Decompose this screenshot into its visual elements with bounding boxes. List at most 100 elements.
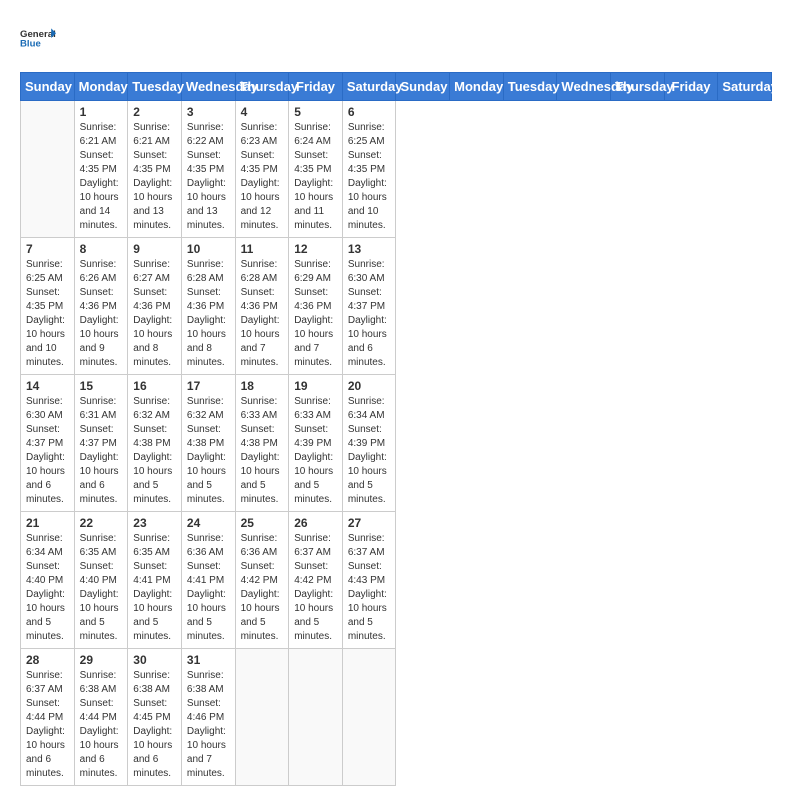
day-number: 22	[80, 516, 123, 530]
day-number: 13	[348, 242, 391, 256]
day-info: Sunrise: 6:24 AMSunset: 4:35 PMDaylight:…	[294, 121, 337, 233]
day-number: 3	[187, 105, 230, 119]
weekday-thursday: Thursday	[611, 73, 665, 101]
day-info: Sunrise: 6:35 AMSunset: 4:40 PMDaylight:…	[80, 532, 123, 644]
day-number: 16	[133, 379, 176, 393]
day-info: Sunrise: 6:32 AMSunset: 4:38 PMDaylight:…	[187, 395, 230, 507]
weekday-header-friday: Friday	[289, 73, 343, 101]
calendar-cell: 12 Sunrise: 6:29 AMSunset: 4:36 PMDayligh…	[289, 238, 343, 375]
day-info: Sunrise: 6:21 AMSunset: 4:35 PMDaylight:…	[80, 121, 123, 233]
calendar-cell: 3Sunrise: 6:22 AMSunset: 4:35 PMDaylight…	[181, 101, 235, 238]
day-info: Sunrise: 6:28 AMSunset: 4:36 PMDaylight:…	[241, 258, 284, 370]
calendar-cell: 18 Sunrise: 6:33 AMSunset: 4:38 PMDayligh…	[235, 375, 289, 512]
weekday-header-wednesday: Wednesday	[181, 73, 235, 101]
calendar-cell: 1 Sunrise: 6:21 AMSunset: 4:35 PMDaylight…	[74, 101, 128, 238]
calendar-cell: 10Sunrise: 6:28 AMSunset: 4:36 PMDayligh…	[181, 238, 235, 375]
day-info: Sunrise: 6:34 AMSunset: 4:39 PMDaylight:…	[348, 395, 391, 507]
calendar-cell: 27 Sunrise: 6:37 AMSunset: 4:43 PMDayligh…	[342, 512, 396, 649]
svg-text:Blue: Blue	[20, 38, 41, 49]
day-info: Sunrise: 6:26 AMSunset: 4:36 PMDaylight:…	[80, 258, 123, 370]
week-row-1: 1 Sunrise: 6:21 AMSunset: 4:35 PMDaylight…	[21, 101, 772, 238]
day-number: 9	[133, 242, 176, 256]
weekday-header-thursday: Thursday	[235, 73, 289, 101]
day-number: 6	[348, 105, 391, 119]
calendar-cell	[21, 101, 75, 238]
week-row-2: 7Sunrise: 6:25 AMSunset: 4:35 PMDaylight…	[21, 238, 772, 375]
day-number: 18	[241, 379, 284, 393]
day-number: 28	[26, 653, 69, 667]
calendar-cell: 21 Sunrise: 6:34 AMSunset: 4:40 PMDayligh…	[21, 512, 75, 649]
calendar-cell: 23 Sunrise: 6:35 AMSunset: 4:41 PMDayligh…	[128, 512, 182, 649]
day-info: Sunrise: 6:38 AMSunset: 4:46 PMDaylight:…	[187, 669, 230, 781]
calendar-cell: 25 Sunrise: 6:36 AMSunset: 4:42 PMDayligh…	[235, 512, 289, 649]
calendar-cell: 13 Sunrise: 6:30 AMSunset: 4:37 PMDayligh…	[342, 238, 396, 375]
weekday-monday: Monday	[450, 73, 504, 101]
day-info: Sunrise: 6:33 AMSunset: 4:38 PMDaylight:…	[241, 395, 284, 507]
calendar-cell: 28 Sunrise: 6:37 AMSunset: 4:44 PMDayligh…	[21, 649, 75, 786]
day-number: 2	[133, 105, 176, 119]
weekday-header-monday: Monday	[74, 73, 128, 101]
day-number: 24	[187, 516, 230, 530]
day-number: 30	[133, 653, 176, 667]
day-number: 12	[294, 242, 337, 256]
day-number: 20	[348, 379, 391, 393]
day-number: 21	[26, 516, 69, 530]
weekday-header-saturday: Saturday	[342, 73, 396, 101]
day-number: 4	[241, 105, 284, 119]
week-row-3: 14Sunrise: 6:30 AMSunset: 4:37 PMDayligh…	[21, 375, 772, 512]
day-number: 23	[133, 516, 176, 530]
calendar-cell: 26Sunrise: 6:37 AMSunset: 4:42 PMDayligh…	[289, 512, 343, 649]
day-info: Sunrise: 6:38 AMSunset: 4:44 PMDaylight:…	[80, 669, 123, 781]
calendar-cell: 15Sunrise: 6:31 AMSunset: 4:37 PMDayligh…	[74, 375, 128, 512]
calendar-cell	[289, 649, 343, 786]
day-number: 31	[187, 653, 230, 667]
day-number: 1	[80, 105, 123, 119]
day-info: Sunrise: 6:21 AMSunset: 4:35 PMDaylight:…	[133, 121, 176, 233]
week-row-4: 21 Sunrise: 6:34 AMSunset: 4:40 PMDayligh…	[21, 512, 772, 649]
day-info: Sunrise: 6:30 AMSunset: 4:37 PMDaylight:…	[26, 395, 69, 507]
day-number: 27	[348, 516, 391, 530]
day-info: Sunrise: 6:37 AMSunset: 4:43 PMDaylight:…	[348, 532, 391, 644]
day-info: Sunrise: 6:34 AMSunset: 4:40 PMDaylight:…	[26, 532, 69, 644]
day-info: Sunrise: 6:37 AMSunset: 4:44 PMDaylight:…	[26, 669, 69, 781]
weekday-saturday: Saturday	[718, 73, 772, 101]
day-number: 25	[241, 516, 284, 530]
week-row-5: 28 Sunrise: 6:37 AMSunset: 4:44 PMDayligh…	[21, 649, 772, 786]
calendar-cell	[235, 649, 289, 786]
day-number: 29	[80, 653, 123, 667]
day-info: Sunrise: 6:25 AMSunset: 4:35 PMDaylight:…	[348, 121, 391, 233]
weekday-friday: Friday	[664, 73, 718, 101]
calendar-cell: 5 Sunrise: 6:24 AMSunset: 4:35 PMDaylight…	[289, 101, 343, 238]
page-header: General Blue	[20, 20, 772, 56]
day-info: Sunrise: 6:35 AMSunset: 4:41 PMDaylight:…	[133, 532, 176, 644]
logo-svg: General Blue	[20, 20, 56, 56]
day-info: Sunrise: 6:27 AMSunset: 4:36 PMDaylight:…	[133, 258, 176, 370]
weekday-header-row: SundayMondayTuesdayWednesdayThursdayFrid…	[21, 73, 772, 101]
day-info: Sunrise: 6:23 AMSunset: 4:35 PMDaylight:…	[241, 121, 284, 233]
calendar-cell: 31 Sunrise: 6:38 AMSunset: 4:46 PMDayligh…	[181, 649, 235, 786]
day-info: Sunrise: 6:29 AMSunset: 4:36 PMDaylight:…	[294, 258, 337, 370]
calendar-table: SundayMondayTuesdayWednesdayThursdayFrid…	[20, 72, 772, 786]
calendar-cell: 7Sunrise: 6:25 AMSunset: 4:35 PMDaylight…	[21, 238, 75, 375]
calendar-cell: 14Sunrise: 6:30 AMSunset: 4:37 PMDayligh…	[21, 375, 75, 512]
day-number: 8	[80, 242, 123, 256]
calendar-cell: 29 Sunrise: 6:38 AMSunset: 4:44 PMDayligh…	[74, 649, 128, 786]
day-info: Sunrise: 6:36 AMSunset: 4:42 PMDaylight:…	[241, 532, 284, 644]
calendar-cell: 9 Sunrise: 6:27 AMSunset: 4:36 PMDaylight…	[128, 238, 182, 375]
logo: General Blue	[20, 20, 56, 56]
calendar-cell: 17 Sunrise: 6:32 AMSunset: 4:38 PMDayligh…	[181, 375, 235, 512]
calendar-cell	[342, 649, 396, 786]
day-info: Sunrise: 6:30 AMSunset: 4:37 PMDaylight:…	[348, 258, 391, 370]
calendar-cell: 24Sunrise: 6:36 AMSunset: 4:41 PMDayligh…	[181, 512, 235, 649]
weekday-tuesday: Tuesday	[503, 73, 557, 101]
day-number: 5	[294, 105, 337, 119]
calendar-cell: 19Sunrise: 6:33 AMSunset: 4:39 PMDayligh…	[289, 375, 343, 512]
calendar-cell: 2 Sunrise: 6:21 AMSunset: 4:35 PMDaylight…	[128, 101, 182, 238]
calendar-cell: 30 Sunrise: 6:38 AMSunset: 4:45 PMDayligh…	[128, 649, 182, 786]
calendar-cell: 4 Sunrise: 6:23 AMSunset: 4:35 PMDaylight…	[235, 101, 289, 238]
weekday-sunday: Sunday	[396, 73, 450, 101]
day-info: Sunrise: 6:38 AMSunset: 4:45 PMDaylight:…	[133, 669, 176, 781]
day-number: 19	[294, 379, 337, 393]
day-number: 17	[187, 379, 230, 393]
day-number: 11	[241, 242, 284, 256]
